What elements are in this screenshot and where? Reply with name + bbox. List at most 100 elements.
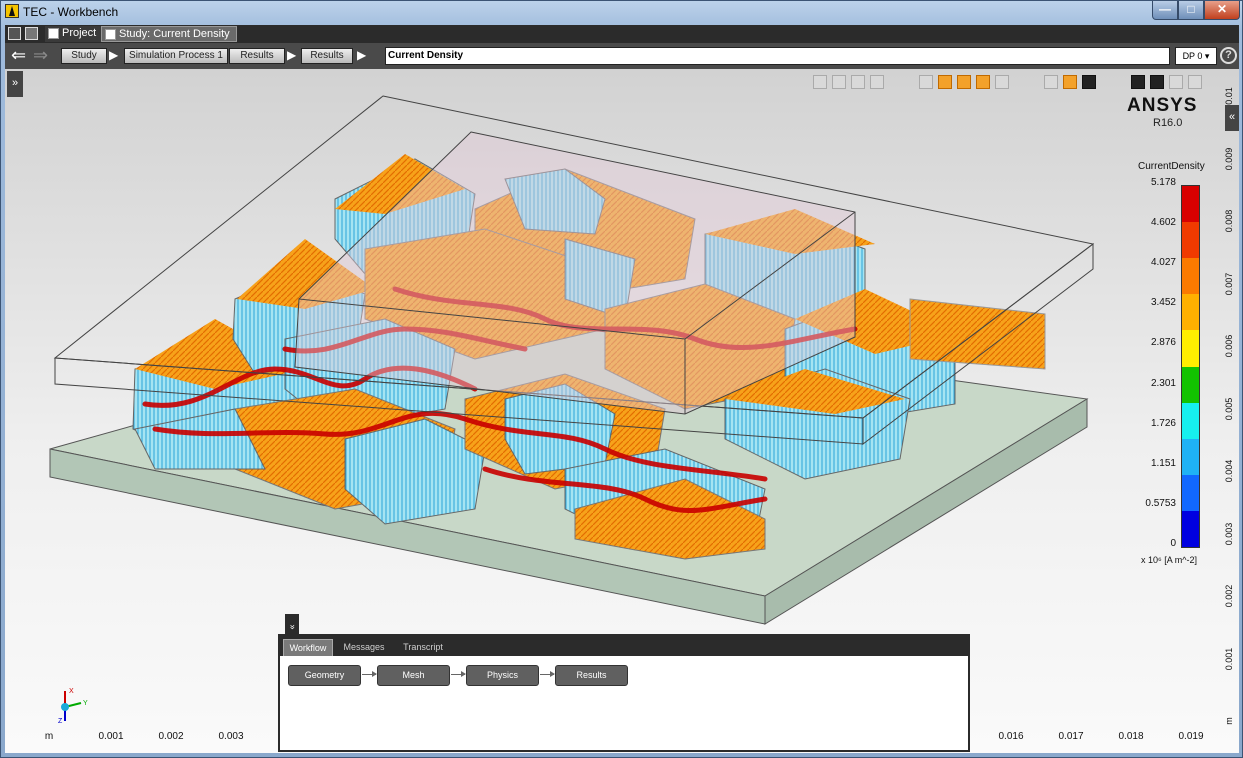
tab-project[interactable]: Project [45,26,103,42]
legend-tick-label: 2.876 [1150,337,1176,349]
legend-tick-label: 3.452 [1150,297,1176,309]
view-front-icon[interactable] [813,75,827,89]
workflow-node-results[interactable]: Results [555,665,628,686]
vertical-ruler-label: 0.001 [1224,647,1234,670]
breadcrumb-results-2[interactable]: Results [301,48,353,64]
axis-triad[interactable]: X Y Z [51,685,101,725]
heat-sink-box [294,131,856,415]
transparency-icon[interactable] [1169,75,1183,89]
minimize-button[interactable]: — [1152,1,1178,20]
workflow-panel: Workflow Messages Transcript Geometry Me… [278,634,970,752]
view-side-icon[interactable] [851,75,865,89]
horizontal-ruler-label: 0.001 [98,731,124,742]
vertical-ruler-label: 0.01 [1224,87,1234,105]
tab-transcript[interactable]: Transcript [395,639,451,656]
save-icon[interactable] [25,27,38,40]
expand-view-icon[interactable] [1082,75,1096,89]
grid-icon[interactable] [1063,75,1077,89]
breadcrumb-separator-icon: ▶ [357,48,367,62]
breadcrumb-simulation-process[interactable]: Simulation Process 1 [124,48,228,64]
legend-tick-label: 4.027 [1150,257,1176,269]
triad-x-label: X [69,688,74,695]
legend-tick-label: 1.151 [1150,457,1176,469]
workflow-node-physics[interactable]: Physics [466,665,539,686]
legend-tick-label: 1.726 [1150,417,1176,429]
tab-project-label: Project [62,27,97,39]
ansys-brand: ANSYS [1127,95,1198,116]
study-icon [105,29,116,40]
legend-color-band [1182,474,1199,512]
lighting-icon[interactable] [1131,75,1145,89]
vertical-ruler-label: 0.004 [1224,459,1234,483]
legend-color-band [1182,186,1199,223]
legend-color-band [1182,510,1199,548]
maximize-button[interactable]: □ [1178,1,1204,20]
tab-messages[interactable]: Messages [336,639,392,656]
fit-view-icon[interactable] [1044,75,1058,89]
color-legend-bar [1181,185,1200,548]
legend-color-band [1182,258,1199,295]
workflow-arrow-icon [540,671,555,677]
graphics-viewport[interactable]: » « ANSYS R16.0 CurrentDensity x 10⁶ [A … [5,69,1239,753]
left-panel-expand-button[interactable]: » [7,71,23,97]
legend-unit: x 10⁶ [A m^-2] [1141,555,1197,565]
select-faces-icon[interactable] [938,75,952,89]
tab-study[interactable]: Study: Current Density [101,26,237,42]
vertical-ruler: 0.01 0.009 0.008 0.007 0.006 0.005 0.004 0.003 0… [1213,69,1239,725]
vertical-ruler-label: 0.002 [1224,584,1234,608]
breadcrumb-current-label: Current Density [388,50,464,61]
design-point-select[interactable]: DP 0 ▾ [1175,47,1217,65]
legend-tick-label: 0.5753 [1145,497,1176,509]
workflow-node-mesh[interactable]: Mesh [377,665,450,686]
forward-arrow-icon[interactable]: ⇒ [33,45,48,66]
horizontal-ruler-label: 0.003 [218,731,244,742]
back-arrow-icon[interactable]: ⇐ [11,45,26,66]
title-bar: TEC - Workbench — □ ✕ [1,1,1243,23]
box-select-icon[interactable] [995,75,1009,89]
view-iso-icon[interactable] [870,75,884,89]
select-edges-icon[interactable] [957,75,971,89]
ansys-logo-icon [5,4,19,18]
vertical-ruler-label: 0.009 [1224,147,1234,170]
workflow-node-geometry[interactable]: Geometry [288,665,361,686]
ansys-revision: R16.0 [1153,117,1183,129]
shading-icon[interactable] [1150,75,1164,89]
workflow-arrow-icon [362,671,377,677]
navigation-bar: ⇐ ⇒ Study ▶ Simulation Process 1 Results… [5,43,1239,69]
workflow-tabs: Workflow Messages Transcript [280,636,968,656]
workbench-window: TEC - Workbench — □ ✕ Project Study: Cur… [0,0,1243,758]
legend-tick-label: 2.301 [1150,377,1176,389]
vertical-ruler-label: 0.007 [1224,272,1234,295]
legend-tick-label: 0 [1170,538,1176,549]
view-back-icon[interactable] [832,75,846,89]
breadcrumb-results[interactable]: Results [229,48,285,64]
vertical-ruler-label: 0.005 [1224,397,1234,420]
tab-workflow[interactable]: Workflow [283,639,333,656]
legend-color-band [1182,294,1199,331]
legend-title: CurrentDensity [1138,161,1205,172]
breadcrumb-current: Current Density [385,47,1170,65]
legend-color-band [1182,366,1199,404]
project-icon [48,28,59,39]
window-title: TEC - Workbench [23,5,119,19]
triad-z-label: Z [58,718,63,725]
menu-icon[interactable] [8,27,21,40]
select-mode-icon[interactable] [919,75,933,89]
breadcrumb-study[interactable]: Study [61,48,107,64]
workflow-arrow-icon [451,671,466,677]
help-icon[interactable]: ? [1220,47,1237,64]
legend-color-band [1182,222,1199,259]
horizontal-ruler-label: m [44,731,54,742]
legend-tick-label: 4.602 [1150,217,1176,229]
horizontal-ruler-label: 0.018 [1118,731,1144,742]
close-button[interactable]: ✕ [1204,1,1240,20]
camera-icon[interactable] [1188,75,1202,89]
horizontal-ruler-label: 0.002 [158,731,184,742]
breadcrumb-separator-icon: ▶ [287,48,297,62]
legend-tick-label: 5.178 [1150,177,1176,188]
tab-bar: Project Study: Current Density [5,25,1239,43]
select-bodies-icon[interactable] [976,75,990,89]
triad-y-label: Y [83,700,88,707]
legend-color-band [1182,438,1199,476]
legend-color-band [1182,330,1199,367]
